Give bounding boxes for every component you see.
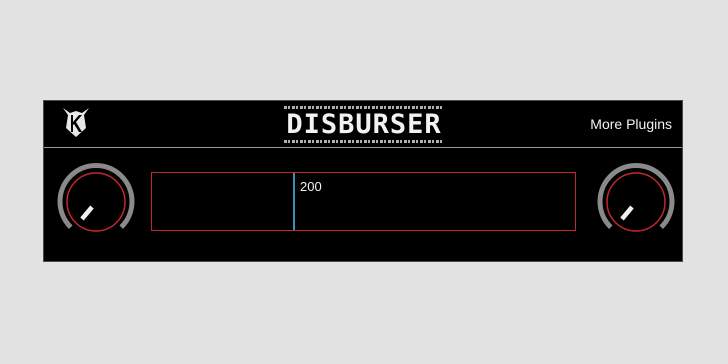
brand-logo-icon: [63, 108, 89, 137]
left-knob[interactable]: [50, 156, 142, 248]
display-value: 200: [300, 179, 322, 194]
right-knob-pointer: [620, 205, 634, 221]
header-bar: DISBURSER More Plugins: [44, 101, 682, 147]
header-divider: [44, 147, 682, 148]
more-plugins-link[interactable]: More Plugins: [590, 116, 672, 132]
title-fine-print-bottom: [284, 140, 444, 143]
right-knob-ring: [606, 172, 666, 232]
right-knob[interactable]: [590, 156, 682, 248]
right-knob-outer-arc: [597, 163, 675, 229]
plugin-title: DISBURSER: [286, 109, 442, 140]
title-block: DISBURSER: [284, 106, 444, 144]
left-knob-ring: [66, 172, 126, 232]
position-marker[interactable]: [293, 173, 295, 230]
left-knob-outer-arc: [57, 163, 135, 229]
plugin-window: DISBURSER More Plugins 200: [43, 100, 683, 262]
value-display[interactable]: 200: [151, 172, 576, 231]
left-knob-pointer: [80, 205, 94, 221]
